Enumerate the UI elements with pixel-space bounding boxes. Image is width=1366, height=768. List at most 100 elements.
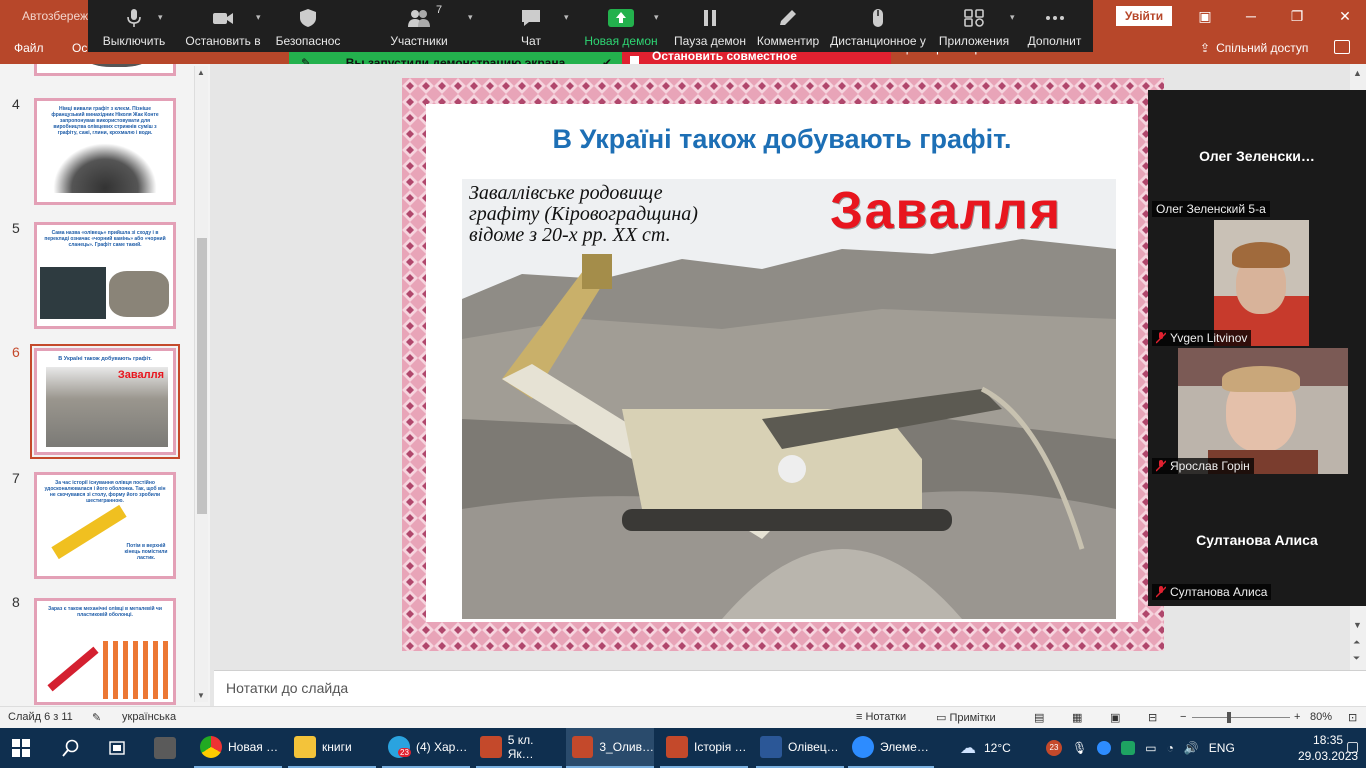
participant-tile[interactable]: Султанова Алиса Султанова Алиса bbox=[1148, 476, 1366, 606]
previous-slide-icon[interactable]: ⏶ bbox=[1353, 637, 1360, 648]
next-slide-icon[interactable]: ⏷ bbox=[1353, 653, 1360, 664]
scroll-down-icon[interactable]: ▼ bbox=[1353, 620, 1362, 630]
tray-badge[interactable]: 23 bbox=[1046, 740, 1062, 756]
slide-thumbnail-7[interactable]: За час історії існування олівця постійно… bbox=[34, 472, 176, 579]
red-pen-image bbox=[47, 646, 99, 692]
pause-share-button[interactable]: Пауза демон bbox=[668, 0, 752, 52]
chevron-down-icon[interactable]: ▾ bbox=[468, 12, 473, 23]
chevron-down-icon[interactable]: ▾ bbox=[158, 12, 163, 23]
taskbar-app[interactable]: книги bbox=[288, 728, 376, 768]
chevron-down-icon[interactable]: ▾ bbox=[564, 12, 569, 23]
chevron-down-icon[interactable]: ▾ bbox=[654, 12, 659, 23]
more-icon bbox=[1045, 16, 1064, 20]
minimize-icon[interactable]: ─ bbox=[1236, 4, 1266, 28]
close-icon[interactable]: ✕ bbox=[1330, 4, 1360, 28]
battery-icon[interactable]: ▭ bbox=[1145, 741, 1156, 755]
calculator-button[interactable] bbox=[154, 728, 176, 768]
participant-tile[interactable]: Олег Зеленски… Олег Зеленский 5-а bbox=[1148, 90, 1366, 220]
notes-placeholder: Нотатки до слайда bbox=[226, 680, 349, 696]
zoom-slider-thumb[interactable] bbox=[1227, 712, 1231, 723]
zoom-out-icon[interactable]: − bbox=[1180, 711, 1186, 723]
annotate-button[interactable]: Комментир bbox=[752, 0, 824, 52]
weather-widget[interactable]: ☁ 12°C bbox=[960, 728, 1011, 768]
taskbar-app[interactable]: Історія … bbox=[660, 728, 748, 768]
participants-button[interactable]: 7 ▾ Участники bbox=[350, 0, 488, 52]
app-tray-icon[interactable] bbox=[1121, 741, 1136, 755]
autosave-toggle[interactable]: Автозбереж bbox=[22, 9, 88, 23]
notes-toggle[interactable]: ≡ Нотатки bbox=[856, 711, 906, 723]
slide-thumbnail-4[interactable]: Німці вивали графіт з клеєм. Пізніше фра… bbox=[34, 98, 176, 205]
task-view-button[interactable] bbox=[108, 728, 128, 768]
slide-title[interactable]: В Україні також добувають графіт. bbox=[426, 124, 1138, 155]
thumbnails-scrollbar[interactable]: ▲ ▼ bbox=[194, 66, 208, 702]
zoom-slider[interactable] bbox=[1192, 717, 1290, 718]
comments-toggle[interactable]: ▭ Примітки bbox=[936, 711, 996, 724]
stop-video-button[interactable]: ▾ Остановить в bbox=[180, 0, 266, 52]
security-button[interactable]: Безопаснос bbox=[266, 0, 350, 52]
fit-slide-icon[interactable]: ⊡ bbox=[1348, 711, 1357, 724]
participant-name-tag: Ярослав Горін bbox=[1152, 458, 1254, 474]
apps-button[interactable]: ▾ Приложения bbox=[932, 0, 1016, 52]
search-button[interactable] bbox=[62, 728, 80, 768]
slide-4-text: Німці вивали графіт з клеєм. Пізніше фра… bbox=[51, 106, 159, 136]
chat-button[interactable]: ▾ Чат bbox=[488, 0, 574, 52]
taskbar-app[interactable]: Элеме… bbox=[848, 728, 934, 768]
participants-count: 7 bbox=[436, 4, 443, 16]
pause-icon bbox=[704, 10, 716, 26]
share-button[interactable]: ⇪ Спільний доступ bbox=[1200, 41, 1308, 55]
scroll-up-icon[interactable]: ▲ bbox=[197, 68, 205, 77]
mechanical-pencils-image bbox=[103, 641, 169, 699]
taskbar-app[interactable]: 3_Олив… bbox=[566, 728, 654, 768]
comments-icon[interactable] bbox=[1334, 40, 1350, 54]
signin-button[interactable]: Увійти bbox=[1116, 6, 1172, 26]
microphone-icon[interactable]: 🎙 bbox=[1072, 741, 1087, 755]
slide-thumbnails-pane: 4 Німці вивали графіт з клеєм. Пізніше ф… bbox=[0, 64, 210, 706]
taskbar-app[interactable]: Новая … bbox=[194, 728, 282, 768]
reading-view-icon[interactable]: ▣ bbox=[1110, 711, 1120, 724]
quarry-photo[interactable]: Заваллівське родовище графіту (Кіровогра… bbox=[462, 179, 1116, 619]
input-language[interactable]: ENG bbox=[1209, 741, 1235, 755]
new-share-button[interactable]: ▾ Новая демон bbox=[574, 0, 668, 52]
volume-icon[interactable]: 🔊 bbox=[1184, 741, 1199, 755]
slide-sorter-icon[interactable]: ▦ bbox=[1072, 711, 1082, 724]
normal-view-icon[interactable]: ▤ bbox=[1034, 711, 1044, 724]
scrollbar-thumb[interactable] bbox=[197, 238, 207, 514]
slide-thumbnail-8[interactable]: Зараз є також механічні олівці в металев… bbox=[34, 598, 176, 705]
zoom-level[interactable]: 80% bbox=[1310, 711, 1332, 723]
scroll-up-icon[interactable]: ▲ bbox=[1353, 68, 1362, 78]
participant-name: Султанова Алиса bbox=[1170, 585, 1268, 599]
participants-icon bbox=[408, 10, 430, 27]
participant-name-large: Олег Зеленски… bbox=[1199, 148, 1315, 164]
ribbon-display-icon[interactable]: ▣ bbox=[1190, 4, 1220, 28]
slide-thumbnail-3[interactable] bbox=[34, 64, 176, 76]
participant-tile[interactable]: Ярослав Горін bbox=[1148, 348, 1366, 476]
chevron-down-icon[interactable]: ▾ bbox=[256, 12, 261, 23]
notifications-icon[interactable]: ▢ bbox=[1346, 738, 1359, 755]
slide-number: 5 bbox=[12, 220, 20, 236]
mute-button[interactable]: ▾ Выключить bbox=[88, 0, 180, 52]
zoom-tray-icon[interactable] bbox=[1097, 741, 1112, 755]
start-button[interactable] bbox=[12, 728, 30, 768]
taskbar-app[interactable]: Олівец… bbox=[756, 728, 844, 768]
participant-tile[interactable]: Yvgen Litvinov bbox=[1148, 220, 1366, 348]
wifi-icon[interactable]: ◔ bbox=[1167, 741, 1174, 755]
tab-file[interactable]: Файл bbox=[14, 41, 44, 55]
notes-pane[interactable]: Нотатки до слайда bbox=[214, 670, 1366, 706]
maximize-icon[interactable]: ❐ bbox=[1282, 4, 1312, 28]
participant-video bbox=[1214, 220, 1309, 346]
slide-thumbnail-6[interactable]: В Україні також добувають графіт. Завалл… bbox=[30, 344, 180, 459]
language-indicator[interactable]: українська bbox=[122, 711, 176, 723]
remote-control-button[interactable]: Дистанционное у bbox=[824, 0, 932, 52]
taskbar-app[interactable]: 5 кл. Як… bbox=[476, 728, 562, 768]
slideshow-icon[interactable]: ⊟ bbox=[1148, 711, 1157, 724]
slide-thumbnail-5[interactable]: Сама назва «олівець» прийшла зі сходу і … bbox=[34, 222, 176, 329]
zoom-meeting-toolbar: ▾ Выключить ▾ Остановить в Безопаснос 7 … bbox=[88, 0, 1093, 52]
zoom-in-icon[interactable]: + bbox=[1294, 711, 1300, 723]
taskbar-app[interactable]: 23 (4) Хар… bbox=[382, 728, 470, 768]
mute-label: Выключить bbox=[102, 34, 166, 48]
spellcheck-icon[interactable]: ✎ bbox=[92, 711, 101, 724]
current-slide[interactable]: В Україні також добувають графіт. Завалл bbox=[402, 78, 1164, 651]
scroll-down-icon[interactable]: ▼ bbox=[197, 691, 205, 700]
chevron-down-icon[interactable]: ▾ bbox=[1010, 12, 1015, 23]
more-button[interactable]: Дополнит bbox=[1016, 0, 1093, 52]
